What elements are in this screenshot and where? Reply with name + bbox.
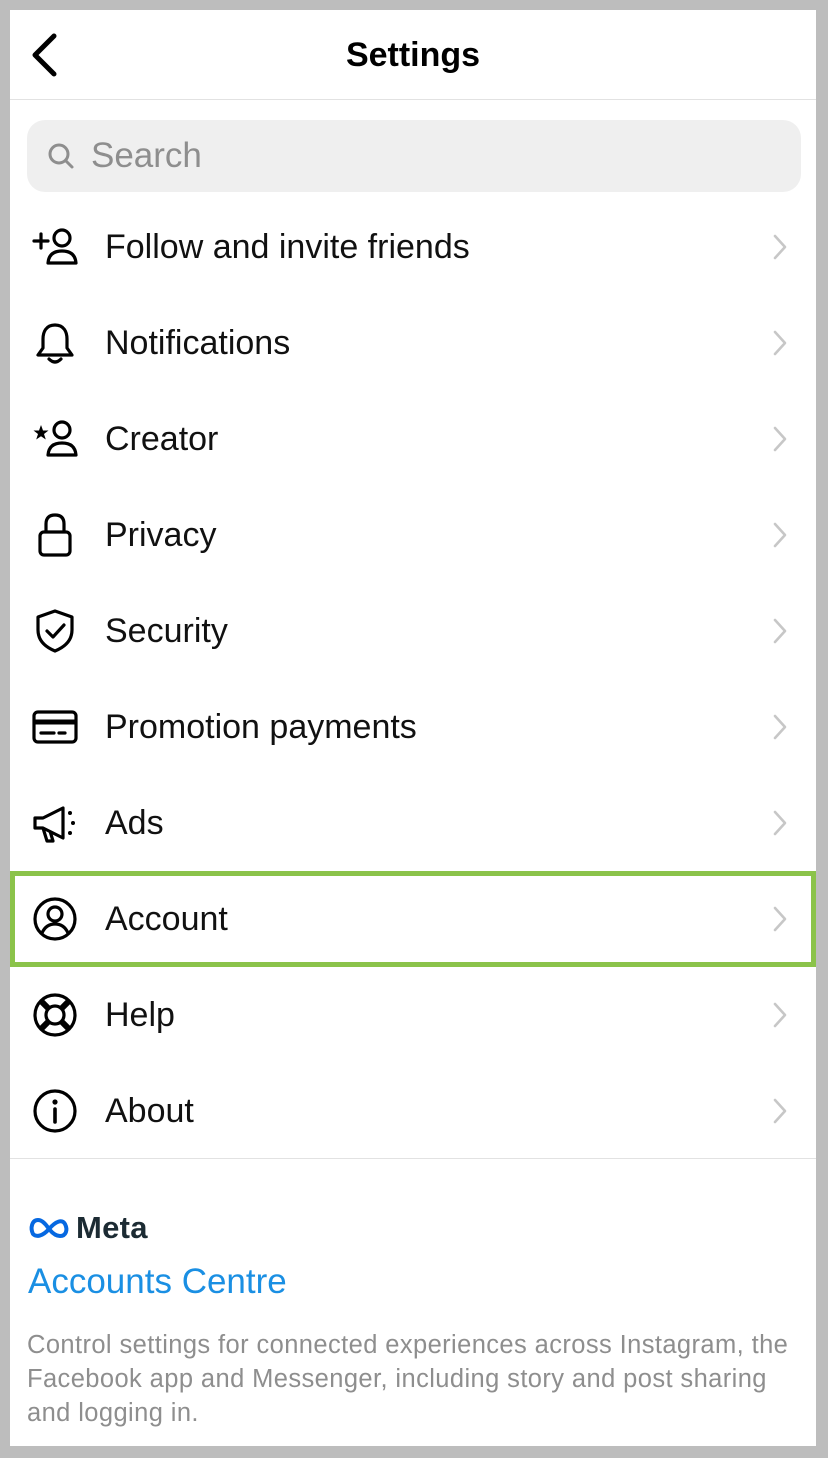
menu-item-privacy[interactable]: Privacy [10, 487, 816, 583]
back-chevron-icon[interactable] [29, 32, 59, 78]
card-icon [32, 704, 78, 750]
menu-item-label: About [105, 1091, 194, 1130]
menu-item-label: Security [105, 611, 228, 650]
search-bar[interactable] [27, 120, 801, 192]
menu-item-notifications[interactable]: Notifications [10, 295, 816, 391]
menu-item-account[interactable]: Account [10, 871, 816, 967]
back-button[interactable] [22, 30, 66, 80]
accounts-centre-description: Control settings for connected experienc… [27, 1331, 789, 1427]
menu-item-label: Promotion payments [105, 707, 417, 746]
chevron-right-icon [770, 520, 790, 550]
menu-item-label: Ads [105, 803, 164, 842]
search-icon [45, 140, 77, 172]
menu-item-ads[interactable]: Ads [10, 775, 816, 871]
chevron-right-icon [770, 616, 790, 646]
chevron-right-icon [770, 232, 790, 262]
menu-item-security[interactable]: Security [10, 583, 816, 679]
chevron-right-icon [770, 1096, 790, 1126]
chevron-right-icon [770, 712, 790, 742]
add-person-icon [32, 224, 78, 270]
megaphone-icon [32, 800, 78, 846]
chevron-right-icon [770, 808, 790, 838]
menu-item-label: Help [105, 995, 175, 1034]
menu-item-label: Account [105, 899, 228, 938]
bell-icon [32, 320, 78, 366]
chevron-right-icon [770, 904, 790, 934]
header: Settings [10, 10, 816, 100]
menu-item-help[interactable]: Help [10, 967, 816, 1063]
page-title: Settings [345, 35, 481, 74]
section-divider [10, 1158, 816, 1159]
chevron-right-icon [770, 1000, 790, 1030]
lifebuoy-icon [32, 992, 78, 1038]
account-circle-icon [32, 896, 78, 942]
meta-infinity-icon [29, 1218, 69, 1238]
lock-icon [32, 512, 78, 558]
menu-item-creator[interactable]: Creator [10, 391, 816, 487]
info-icon [32, 1088, 78, 1134]
accounts-centre-link[interactable]: Accounts Centre [28, 1262, 287, 1302]
chevron-right-icon [770, 328, 790, 358]
menu-item-promotion-payments[interactable]: Promotion payments [10, 679, 816, 775]
chevron-right-icon [770, 424, 790, 454]
menu-item-label: Notifications [105, 323, 291, 362]
meta-brand-text: Meta [76, 1210, 148, 1245]
meta-logo: Meta [28, 1208, 148, 1248]
settings-menu: Follow and invite friends Notifications [10, 199, 816, 1159]
menu-item-label: Creator [105, 419, 219, 458]
menu-item-label: Privacy [105, 515, 217, 554]
menu-item-label: Follow and invite friends [105, 227, 470, 266]
shield-check-icon [32, 608, 78, 654]
menu-item-follow-and-invite-friends[interactable]: Follow and invite friends [10, 199, 816, 295]
search-input[interactable] [91, 136, 771, 176]
creator-star-person-icon [32, 416, 78, 462]
menu-item-about[interactable]: About [10, 1063, 816, 1159]
settings-screen: Settings Follow and invite friends [10, 10, 816, 1446]
